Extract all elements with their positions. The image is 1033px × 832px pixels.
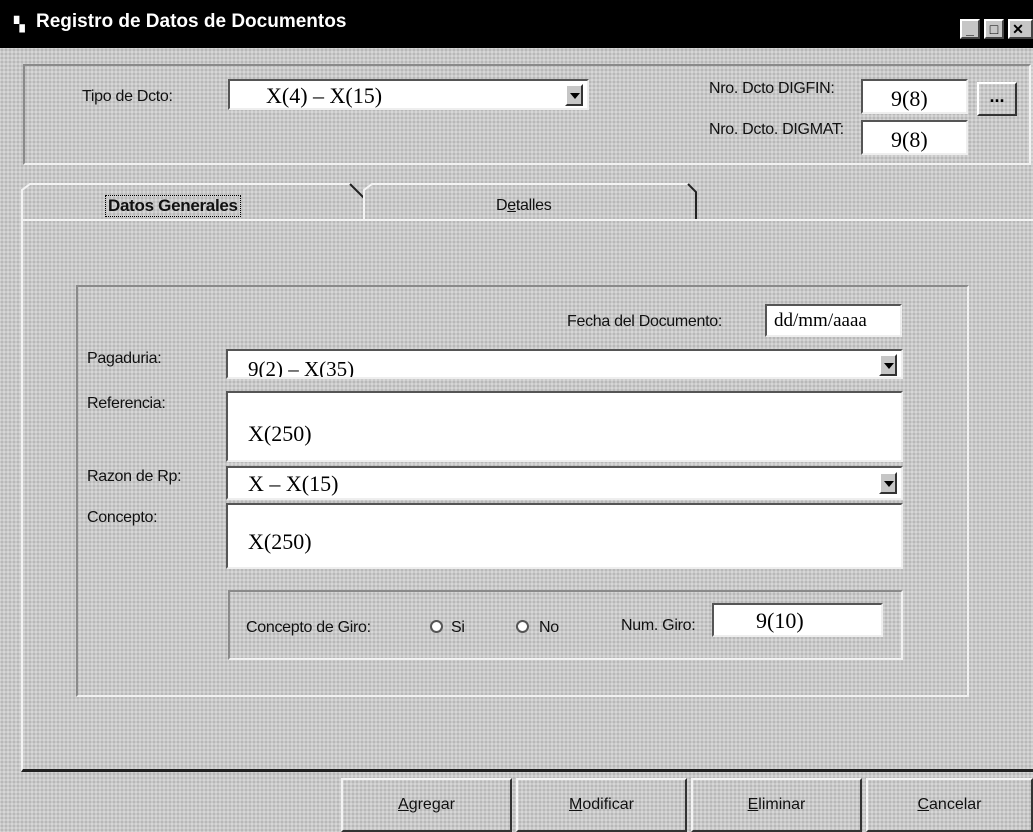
fecha-field[interactable]: dd/mm/aaaa <box>765 304 902 337</box>
tab-detalles-post: talles <box>515 197 552 214</box>
concepto-label: Concepto: <box>87 509 158 526</box>
razon-label: Razon de Rp: <box>87 468 182 485</box>
minimize-button[interactable]: _ <box>960 19 980 39</box>
agregar-mn: A <box>398 796 409 813</box>
referencia-value: X(250) <box>248 421 312 446</box>
tab-detalles-pre: D <box>496 197 508 214</box>
tipo-value: X(4) – X(15) <box>266 83 383 108</box>
maximize-icon: □ <box>989 21 999 37</box>
fecha-label: Fecha del Documento: <box>567 313 722 330</box>
agregar-rest: gregar <box>408 796 455 813</box>
cancelar-button[interactable]: Cancelar <box>866 778 1033 832</box>
close-icon: ✕ <box>1012 21 1024 37</box>
digfin-label: Nro. Dcto DIGFIN: <box>709 80 835 97</box>
razon-value: X – X(15) <box>248 471 339 496</box>
giro-no-label: No <box>539 619 559 636</box>
title-bar[interactable]: ▚ Registro de Datos de Documentos _ □ ✕ <box>0 0 1033 48</box>
digfin-value: 9(8) <box>891 86 928 111</box>
pagaduria-label: Pagaduria: <box>87 350 162 367</box>
browse-button[interactable]: ... <box>977 82 1017 116</box>
referencia-field[interactable]: X(250) <box>226 391 903 462</box>
giro-si-label: Si <box>451 619 465 636</box>
agregar-button[interactable]: Agregar <box>341 778 512 832</box>
num-giro-label: Num. Giro: <box>621 617 696 634</box>
cancelar-rest: ancelar <box>929 796 982 813</box>
pagaduria-select[interactable]: 9(2) – X(35) <box>226 349 903 379</box>
chevron-down-icon[interactable] <box>565 84 583 106</box>
concepto-field[interactable]: X(250) <box>226 503 903 569</box>
eliminar-mn: E <box>747 796 759 813</box>
giro-label: Concepto de Giro: <box>246 619 371 636</box>
modificar-rest: odificar <box>582 796 634 813</box>
cancelar-mn: C <box>917 796 930 813</box>
tipo-select[interactable]: X(4) – X(15) <box>228 79 589 110</box>
digmat-value: 9(8) <box>891 127 928 152</box>
minimize-icon: _ <box>966 21 974 37</box>
tab-detalles[interactable]: Detalles <box>496 197 552 215</box>
eliminar-button[interactable]: Eliminar <box>691 778 862 832</box>
tab-detalles-mn: e <box>507 197 516 214</box>
num-giro-value: 9(10) <box>756 608 804 633</box>
modificar-button[interactable]: Modificar <box>516 778 687 832</box>
num-giro-field[interactable]: 9(10) <box>712 603 883 637</box>
maximize-button[interactable]: □ <box>984 19 1004 39</box>
chevron-down-icon[interactable] <box>879 354 897 376</box>
digmat-label: Nro. Dcto. DIGMAT: <box>709 121 844 138</box>
app-icon: ▚ <box>14 16 25 32</box>
eliminar-rest: liminar <box>758 796 806 813</box>
giro-no-radio[interactable] <box>516 620 529 633</box>
tab-datos-generales[interactable]: Datos Generales <box>105 195 241 217</box>
chevron-down-icon[interactable] <box>879 472 897 494</box>
close-button[interactable]: ✕ <box>1008 19 1033 39</box>
giro-si-radio[interactable] <box>430 620 443 633</box>
tipo-label: Tipo de Dcto: <box>82 88 173 105</box>
pagaduria-value: 9(2) – X(35) <box>248 357 355 379</box>
razon-select[interactable]: X – X(15) <box>226 466 903 500</box>
referencia-label: Referencia: <box>87 395 166 412</box>
window: ▚ Registro de Datos de Documentos _ □ ✕ … <box>0 0 1033 832</box>
window-title: Registro de Datos de Documentos <box>36 11 347 32</box>
fecha-value: dd/mm/aaaa <box>774 310 867 331</box>
digfin-field[interactable]: 9(8) <box>861 79 968 114</box>
modificar-mn: M <box>569 796 583 813</box>
digmat-field[interactable]: 9(8) <box>861 120 968 155</box>
concepto-value: X(250) <box>248 529 312 554</box>
